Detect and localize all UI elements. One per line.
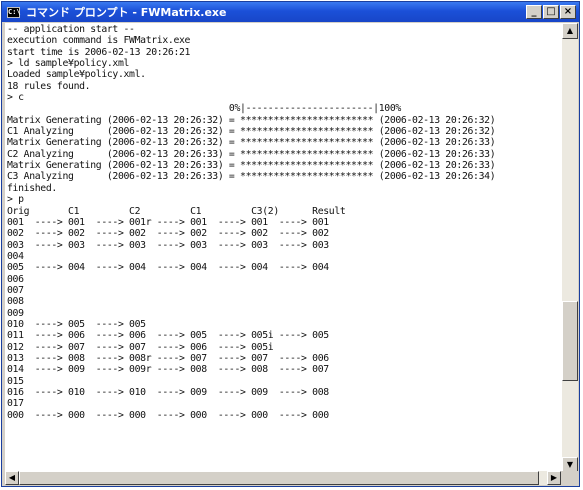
scroll-up-arrow-icon[interactable]: ▲ bbox=[562, 23, 578, 39]
resize-grip[interactable] bbox=[561, 471, 578, 485]
maximize-button[interactable]: □ bbox=[543, 5, 559, 19]
vertical-scrollbar[interactable]: ▲ ▼ bbox=[561, 23, 578, 473]
console-output[interactable]: -- application start -- execution comman… bbox=[5, 23, 561, 473]
console-line: 002 ----> 002 ----> 002 ----> 002 ----> … bbox=[7, 228, 329, 240]
console-line: 005 ----> 004 ----> 004 ----> 004 ----> … bbox=[7, 262, 329, 274]
close-button[interactable]: × bbox=[560, 5, 576, 19]
console-line: 015 bbox=[7, 375, 24, 387]
console-line: 003 ----> 003 ----> 003 ----> 003 ----> … bbox=[7, 239, 329, 251]
console-line: start time is 2006-02-13 20:26:21 bbox=[7, 46, 191, 58]
console-line: Loaded sample¥policy.xml. bbox=[7, 69, 146, 81]
window-title: コマンド プロンプト - FWMatrix.exe bbox=[26, 6, 227, 19]
console-text: -- application start -- execution comman… bbox=[5, 23, 561, 421]
console-line: 0%|-----------------------|100% bbox=[228, 103, 401, 115]
console-line: 001 ----> 001 ----> 001r ----> 001 ---->… bbox=[7, 216, 329, 228]
console-line: Orig C1 C2 C1 C3(2) Result bbox=[7, 205, 346, 217]
console-line: 011 ----> 006 ----> 006 ----> 005 ----> … bbox=[7, 330, 329, 342]
console-line: 009 bbox=[7, 307, 24, 319]
scroll-right-arrow-icon[interactable]: ▶ bbox=[547, 471, 561, 485]
console-line: Matrix Generating (2006-02-13 20:26:32) … bbox=[7, 137, 496, 149]
horizontal-scroll-thumb[interactable] bbox=[19, 471, 539, 485]
console-line: C1 Analyzing (2006-02-13 20:26:32) = ***… bbox=[7, 126, 496, 138]
minimize-button[interactable]: _ bbox=[526, 5, 542, 19]
console-line: execution command is FWMatrix.exe bbox=[7, 35, 191, 47]
scroll-left-arrow-icon[interactable]: ◀ bbox=[5, 471, 19, 485]
console-line: Matrix Generating (2006-02-13 20:26:32) … bbox=[7, 114, 496, 126]
console-line: 18 rules found. bbox=[7, 80, 91, 92]
console-line: 004 bbox=[7, 250, 24, 262]
console-line: 007 bbox=[7, 284, 24, 296]
console-line: > p bbox=[7, 194, 24, 206]
console-line: -- application start -- bbox=[7, 24, 135, 35]
console-line: 013 ----> 008 ----> 008r ----> 007 ---->… bbox=[7, 352, 329, 364]
console-line: finished. bbox=[7, 182, 57, 194]
console-line: 008 bbox=[7, 296, 24, 308]
console-line: > c bbox=[7, 92, 24, 104]
console-line: 006 bbox=[7, 273, 24, 285]
console-line: C3 Analyzing (2006-02-13 20:26:33) = ***… bbox=[7, 171, 496, 183]
console-line: 014 ----> 009 ----> 009r ----> 008 ---->… bbox=[7, 364, 329, 376]
console-line: 016 ----> 010 ----> 010 ----> 009 ----> … bbox=[7, 387, 329, 398]
window-controls: _ □ × bbox=[526, 5, 576, 19]
console-line: 017 bbox=[7, 398, 24, 410]
title-bar[interactable]: C:\ コマンド プロンプト - FWMatrix.exe _ □ × bbox=[2, 2, 579, 22]
console-line: > ld sample¥policy.xml bbox=[7, 58, 130, 70]
console-app-icon[interactable]: C:\ bbox=[7, 6, 21, 18]
console-line: 012 ----> 007 ----> 007 ----> 006 ----> … bbox=[7, 341, 274, 353]
command-prompt-window: C:\ コマンド プロンプト - FWMatrix.exe _ □ × -- a… bbox=[1, 1, 580, 487]
console-line: 010 ----> 005 ----> 005 bbox=[7, 318, 146, 330]
horizontal-scrollbar[interactable]: ◀ ▶ bbox=[5, 471, 561, 485]
vertical-scroll-thumb[interactable] bbox=[562, 301, 578, 381]
console-line: Matrix Generating (2006-02-13 20:26:33) … bbox=[7, 160, 496, 172]
console-line: 000 ----> 000 ----> 000 ----> 000 ----> … bbox=[7, 409, 329, 421]
console-line: C2 Analyzing (2006-02-13 20:26:33) = ***… bbox=[7, 148, 496, 160]
